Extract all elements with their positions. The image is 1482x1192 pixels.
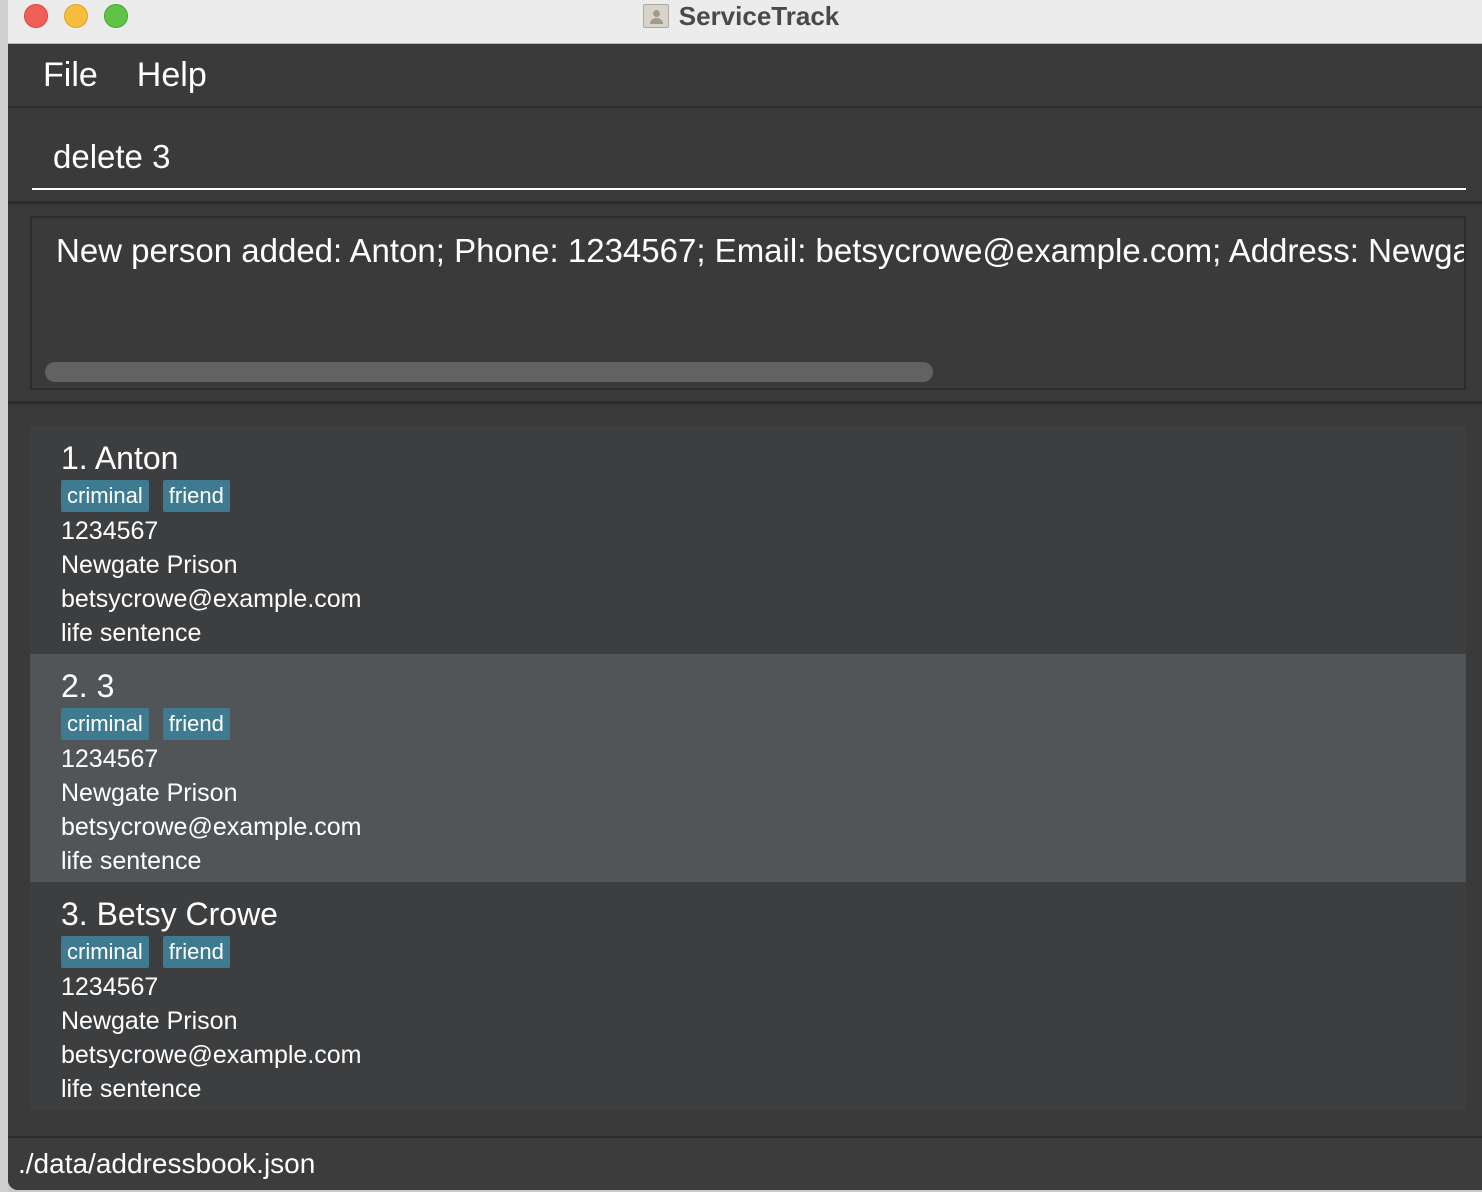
person-list: 1. Anton criminal friend 1234567 Newgate… xyxy=(8,404,1482,1134)
status-bar: ./data/addressbook.json xyxy=(8,1136,1482,1190)
person-name: 1. Anton xyxy=(61,440,179,476)
person-phone: 1234567 xyxy=(61,745,159,773)
person-phone: 1234567 xyxy=(61,517,159,545)
tag-list: criminal friend xyxy=(61,936,1466,970)
person-remark: life sentence xyxy=(61,847,202,875)
menu-file[interactable]: File xyxy=(43,56,98,95)
person-card-selected[interactable]: 2. 3 criminal friend 1234567 Newgate Pri… xyxy=(30,654,1466,882)
person-email: betsycrowe@example.com xyxy=(61,585,362,613)
tag-list: criminal friend xyxy=(61,480,1466,514)
tag-badge: criminal xyxy=(61,480,149,512)
result-horizontal-scrollbar[interactable] xyxy=(45,362,933,382)
person-remark: life sentence xyxy=(61,1075,202,1103)
person-card[interactable]: 3. Betsy Crowe criminal friend 1234567 N… xyxy=(30,882,1466,1110)
result-text: New person added: Anton; Phone: 1234567;… xyxy=(56,232,1464,269)
desktop-edge xyxy=(0,0,8,1192)
command-box xyxy=(8,108,1482,204)
person-email: betsycrowe@example.com xyxy=(61,1041,362,1069)
title-wrap: ServiceTrack xyxy=(8,0,1482,32)
tag-list: criminal friend xyxy=(61,708,1466,742)
person-name: 3. Betsy Crowe xyxy=(61,896,278,932)
menu-help[interactable]: Help xyxy=(137,56,207,95)
contacts-app-icon xyxy=(642,4,669,28)
command-input[interactable] xyxy=(32,126,1466,190)
tag-badge: friend xyxy=(162,480,230,512)
person-remark: life sentence xyxy=(61,619,202,647)
person-address: Newgate Prison xyxy=(61,1007,238,1035)
person-card[interactable]: 1. Anton criminal friend 1234567 Newgate… xyxy=(30,426,1466,654)
tag-badge: criminal xyxy=(61,708,149,740)
person-phone: 1234567 xyxy=(61,973,159,1001)
tag-badge: friend xyxy=(162,936,230,968)
person-name: 2. 3 xyxy=(61,668,115,704)
app-window: ServiceTrack File Help New person added:… xyxy=(8,0,1482,1190)
tag-badge: friend xyxy=(162,708,230,740)
menu-bar: File Help xyxy=(8,44,1482,108)
person-address: Newgate Prison xyxy=(61,779,238,807)
title-bar: ServiceTrack xyxy=(8,0,1482,44)
tag-badge: criminal xyxy=(61,936,149,968)
data-file-path: ./data/addressbook.json xyxy=(18,1148,316,1179)
person-address: Newgate Prison xyxy=(61,551,238,579)
result-display-section: New person added: Anton; Phone: 1234567;… xyxy=(8,204,1482,404)
window-title: ServiceTrack xyxy=(678,0,840,31)
result-display: New person added: Anton; Phone: 1234567;… xyxy=(30,216,1466,390)
person-email: betsycrowe@example.com xyxy=(61,813,362,841)
